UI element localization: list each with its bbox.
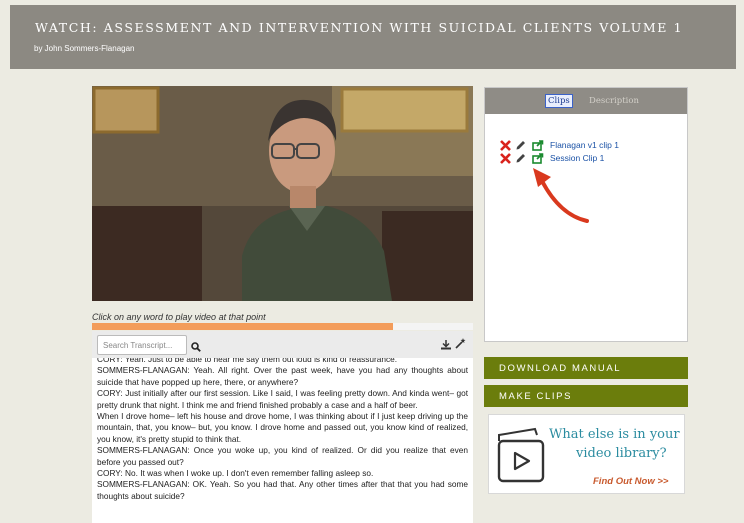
transcript-line[interactable]: SOMMERS-FLANAGAN: Yeah. All right. Over … [97, 365, 468, 388]
transcript-panel: CORY: Yeah. Just to be able to hear me s… [92, 331, 473, 523]
tab-description[interactable]: Description [589, 96, 639, 106]
search-icon[interactable] [191, 339, 201, 357]
clip-item: Session Clip 1 [500, 151, 680, 164]
transcript-toolbar [92, 331, 473, 358]
transcript-search-input[interactable] [97, 335, 187, 355]
clip-item: Flanagan v1 clip 1 [500, 138, 680, 151]
page-header: WATCH: ASSESSMENT AND INTERVENTION WITH … [10, 5, 736, 69]
make-clips-button[interactable]: MAKE CLIPS [484, 385, 688, 407]
video-progress-fill [92, 323, 393, 330]
clip-link[interactable]: Session Clip 1 [550, 153, 604, 163]
delete-icon[interactable] [500, 151, 511, 169]
clip-link[interactable]: Flanagan v1 clip 1 [550, 140, 619, 150]
transcript-line[interactable]: SOMMERS-FLANAGAN: OK. Yeah. So you had t… [97, 479, 468, 502]
video-player[interactable] [92, 86, 473, 301]
video-library-promo[interactable]: What else is in your video library? Find… [488, 414, 685, 494]
video-frame-image [92, 86, 473, 301]
promo-heading-line2: video library? [576, 446, 667, 461]
transcript-line[interactable]: SOMMERS-FLANAGAN: Once you woke up, you … [97, 445, 468, 468]
transcript-line[interactable]: CORY: No. It was when I woke up. I don't… [97, 468, 468, 479]
page-author: by John Sommers-Flanagan [34, 44, 135, 53]
video-play-icon [497, 427, 545, 483]
magic-wand-icon[interactable] [455, 336, 466, 354]
promo-heading-line1: What else is in your [549, 427, 680, 442]
transcript-line[interactable]: When I drove home– left his house and dr… [97, 411, 468, 445]
video-progress-bar[interactable] [92, 323, 473, 330]
find-out-now-link[interactable]: Find Out Now >> [593, 476, 668, 487]
panel-tabs: Clips Description [485, 88, 687, 114]
page-title: WATCH: ASSESSMENT AND INTERVENTION WITH … [35, 20, 684, 35]
pencil-icon[interactable] [515, 151, 526, 169]
transcript-hint: Click on any word to play video at that … [92, 312, 266, 322]
transcript-text[interactable]: CORY: Yeah. Just to be able to hear me s… [97, 354, 468, 502]
annotation-arrow-icon [533, 168, 589, 223]
download-manual-button[interactable]: DOWNLOAD MANUAL [484, 357, 688, 379]
download-icon[interactable] [441, 337, 451, 355]
tab-clips[interactable]: Clips [545, 94, 573, 108]
transcript-line[interactable]: CORY: Just initially after our first ses… [97, 388, 468, 411]
